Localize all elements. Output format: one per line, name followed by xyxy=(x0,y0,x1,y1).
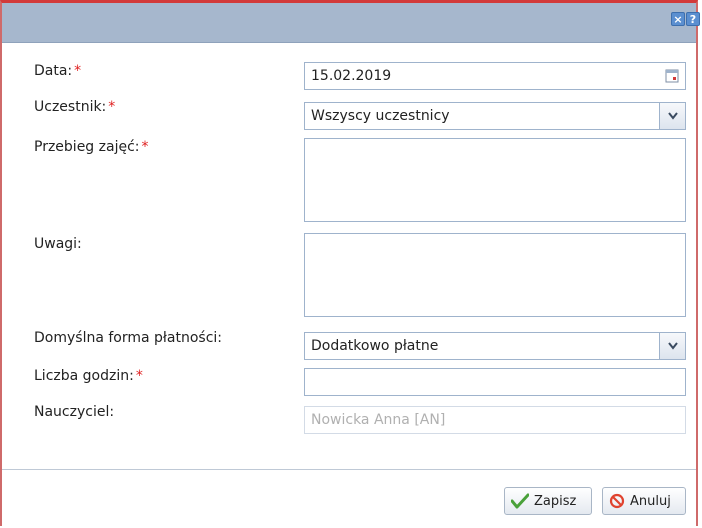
required-marker: * xyxy=(108,99,116,115)
cancel-button[interactable]: Anuluj xyxy=(602,487,686,515)
date-label: Data: * xyxy=(34,63,82,79)
hours-field[interactable] xyxy=(304,368,686,396)
help-icon[interactable]: ? xyxy=(686,12,700,26)
chevron-down-icon[interactable] xyxy=(659,333,685,359)
participant-select[interactable]: Wszyscy uczestnicy xyxy=(304,102,686,130)
course-label: Przebieg zajęć: * xyxy=(34,139,149,155)
participant-label: Uczestnik: * xyxy=(34,99,116,115)
hours-label: Liczba godzin: * xyxy=(34,368,143,384)
teacher-label: Nauczyciel: xyxy=(34,404,115,420)
chevron-down-icon[interactable] xyxy=(659,103,685,129)
date-field[interactable]: 15.02.2019 xyxy=(304,62,686,90)
teacher-field: Nowicka Anna [AN] xyxy=(304,406,686,434)
payment-select[interactable]: Dodatkowo płatne xyxy=(304,332,686,360)
dialog-footer: Zapisz Anuluj xyxy=(2,469,696,528)
notes-label: Uwagi: xyxy=(34,236,82,252)
notes-textarea[interactable] xyxy=(304,233,686,317)
cancel-icon xyxy=(609,493,625,509)
required-marker: * xyxy=(141,139,149,155)
close-icon[interactable]: × xyxy=(671,12,685,26)
calendar-icon[interactable] xyxy=(659,63,685,89)
payment-label: Domyślna forma płatności: xyxy=(34,330,222,346)
save-button[interactable]: Zapisz xyxy=(504,487,592,515)
dialog-titlebar: × ? xyxy=(2,3,700,43)
course-textarea[interactable] xyxy=(304,138,686,222)
required-marker: * xyxy=(135,368,143,384)
dialog-window: × ? Data: * 15.02.2019 Uczestnik: * Wszysc… xyxy=(0,0,700,528)
checkmark-icon xyxy=(511,493,529,509)
required-marker: * xyxy=(74,63,82,79)
